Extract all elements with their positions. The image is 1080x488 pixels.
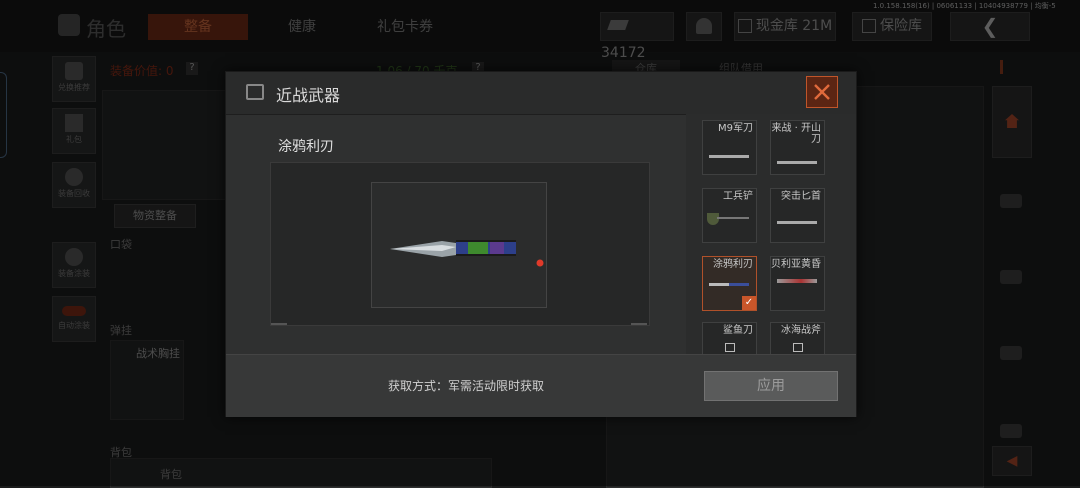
apply-label: 应用 [757,378,785,394]
graffiti-knife-image [390,240,544,267]
weapon-item-locked[interactable]: 鲨鱼刀 [702,322,757,356]
weapon-list: M9军刀 来战 · 开山刀 工兵铲 突击匕首 涂鸦利刃 ✓ 贝利亚黄昏 鲨鱼刀 [686,114,856,356]
shovel-handle [717,217,749,219]
weapon-preview [270,162,650,326]
weapon-item[interactable]: 贝利亚黄昏 [770,256,825,311]
check-icon: ✓ [742,296,756,310]
weapon-item-name: 涂鸦利刃 [713,259,753,270]
graffiti-knife-icon [709,283,749,286]
frame-corner [271,323,287,325]
weapon-item-name: 冰海战斧 [781,325,821,336]
shovel-icon [707,213,719,225]
dagger-icon [777,279,817,283]
weapon-item-name: 工兵铲 [723,191,753,202]
weapon-model-frame [371,182,547,308]
dialog-header: 近战武器 [226,72,856,115]
weapon-item[interactable]: 突击匕首 [770,188,825,243]
close-button[interactable] [806,76,838,108]
weapon-item-selected[interactable]: 涂鸦利刃 ✓ [702,256,757,311]
melee-weapon-dialog: 近战武器 涂鸦利刃 M9军刀 来战 · 开山刀 工兵铲 突击匕首 涂鸦利刃 ✓ … [225,71,857,417]
weapon-item-name: 来战 · 开山刀 [771,123,821,145]
weapon-item-name: 鲨鱼刀 [723,325,753,336]
dagger-icon [777,221,817,224]
weapon-item-name: 贝利亚黄昏 [771,259,821,270]
lock-icon [246,84,264,100]
dialog-footer: 获取方式：军需活动限时获取 应用 [226,354,856,417]
weapon-item-name: M9军刀 [718,123,753,134]
knife-icon [709,155,749,158]
apply-button[interactable]: 应用 [704,371,838,401]
frame-corner [631,323,647,325]
weapon-name: 涂鸦利刃 [278,139,334,155]
machete-icon [777,161,817,164]
weapon-item[interactable]: M9军刀 [702,120,757,175]
lock-icon [793,343,803,352]
weapon-item[interactable]: 工兵铲 [702,188,757,243]
dialog-title: 近战武器 [276,86,341,105]
weapon-item-name: 突击匕首 [781,191,821,202]
close-icon [814,84,830,100]
weapon-item[interactable]: 来战 · 开山刀 [770,120,825,175]
weapon-item-locked[interactable]: 冰海战斧 [770,322,825,356]
lock-icon [725,343,735,352]
acquire-text: 获取方式：军需活动限时获取 [388,379,545,393]
